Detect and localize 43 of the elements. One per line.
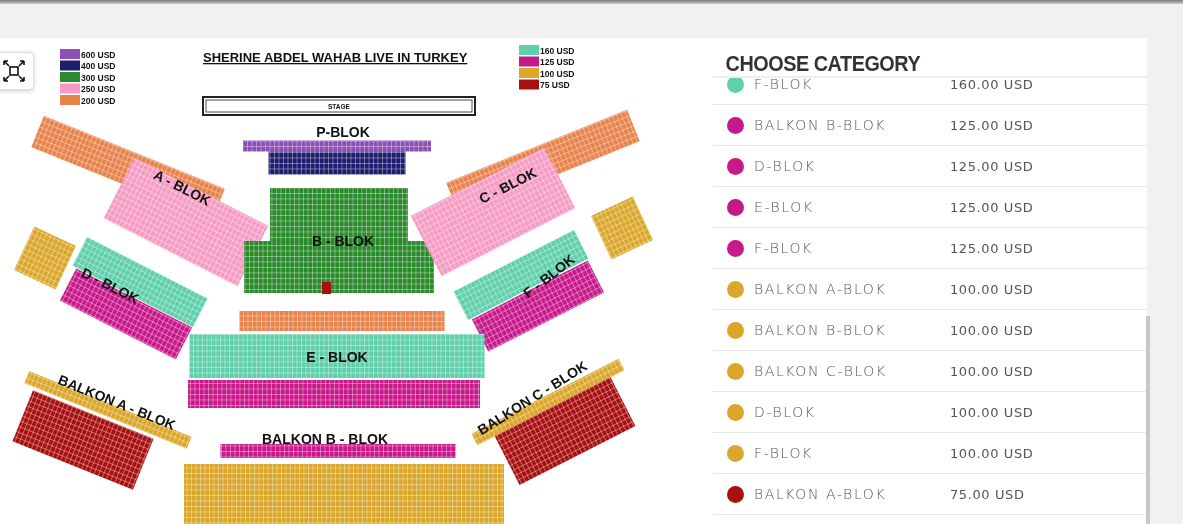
category-price: 100.00 USD [950,445,1034,461]
category-name[interactable]: BALKON B-BLOK [754,117,950,133]
category-price: 100.00 USD [950,281,1034,297]
seat-block[interactable] [12,371,192,490]
legend-price: 250 USD [81,84,116,94]
category-price: 100.00 USD [950,322,1034,338]
seat-block[interactable] [243,140,431,175]
panel-title: CHOOSE CATEGORY [724,50,922,76]
category-name[interactable]: BALKON A-BLOK [754,486,950,502]
category-price: 100.00 USD [950,363,1034,379]
category-price: 125.00 USD [950,158,1034,174]
category-price: 75.00 USD [950,486,1025,502]
block-label: BALKON B - BLOK [262,431,388,447]
scrollbar[interactable] [1146,316,1150,524]
legend-price: 160 USD [540,45,575,56]
category-name[interactable]: D-BLOK [754,404,950,420]
category-name[interactable]: D-BLOK [754,158,950,174]
legend-price: 100 USD [540,68,575,79]
legend-price: 400 USD [81,61,116,71]
legend-price: 200 USD [81,95,116,106]
category-price: 100.00 USD [950,404,1034,420]
legend-price: 300 USD [81,72,116,83]
block-label: P-BLOK [316,124,370,140]
block-label: E - BLOK [306,349,368,365]
category-name[interactable]: F-BLOK [754,445,950,461]
legend-price: 600 USD [81,49,116,60]
legend-price: 75 USD [540,80,570,90]
category-price: 125.00 USD [950,240,1034,256]
fullscreen-icon [3,60,25,82]
category-name[interactable]: F-BLOK [754,78,950,92]
category-price: 125.00 USD [950,199,1034,215]
seat-block[interactable] [471,358,636,485]
category-price: 125.00 USD [950,117,1034,133]
category-price: 160.00 USD [950,78,1034,92]
reserved-seats [322,282,331,294]
category-name[interactable]: BALKON C-BLOK [754,363,950,379]
event-title: SHERINE ABDEL WAHAB LIVE IN TURKEY [203,50,468,65]
category-name[interactable]: BALKON B-BLOK [754,322,950,338]
category-name[interactable]: E-BLOK [754,199,950,215]
category-name[interactable]: F-BLOK [754,240,950,256]
category-name[interactable]: BALKON A-BLOK [754,281,950,297]
legend-price: 125 USD [540,57,575,67]
fullscreen-button[interactable] [0,52,34,90]
